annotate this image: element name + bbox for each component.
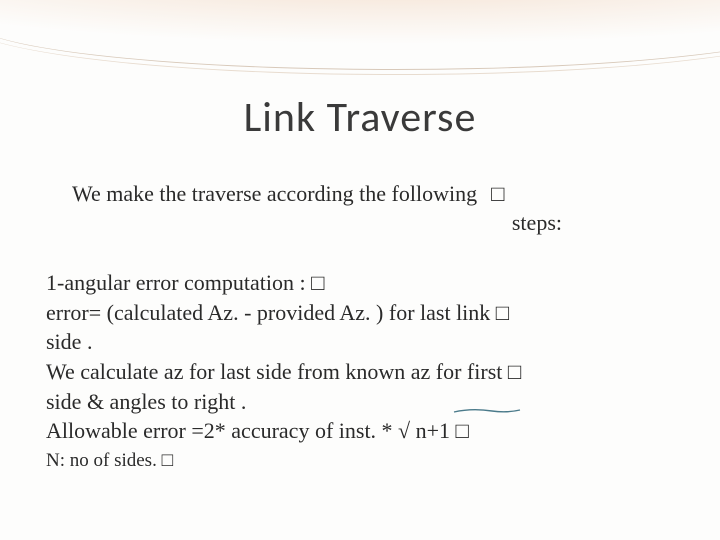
body-block: 1-angular error computation : □ error= (… <box>46 268 680 474</box>
body-line: We calculate az for last side from known… <box>46 357 680 387</box>
intro-block: We make the traverse according the follo… <box>72 180 680 237</box>
slide-title: Link Traverse <box>0 92 720 143</box>
hand-underline-icon <box>452 404 522 414</box>
intro-text: steps: <box>72 209 680 238</box>
body-line: 1-angular error computation : □ <box>46 268 680 298</box>
bullet-box-icon: □ <box>491 180 504 209</box>
intro-text: We make the traverse according the follo… <box>72 180 477 209</box>
body-line: side & angles to right . <box>46 387 680 417</box>
body-line: N: no of sides. □ <box>46 448 680 474</box>
body-line: side . <box>46 327 680 357</box>
body-line: error= (calculated Az. - provided Az. ) … <box>46 298 680 328</box>
top-decoration <box>0 0 720 80</box>
body-line: Allowable error =2* accuracy of inst. * … <box>46 416 680 446</box>
